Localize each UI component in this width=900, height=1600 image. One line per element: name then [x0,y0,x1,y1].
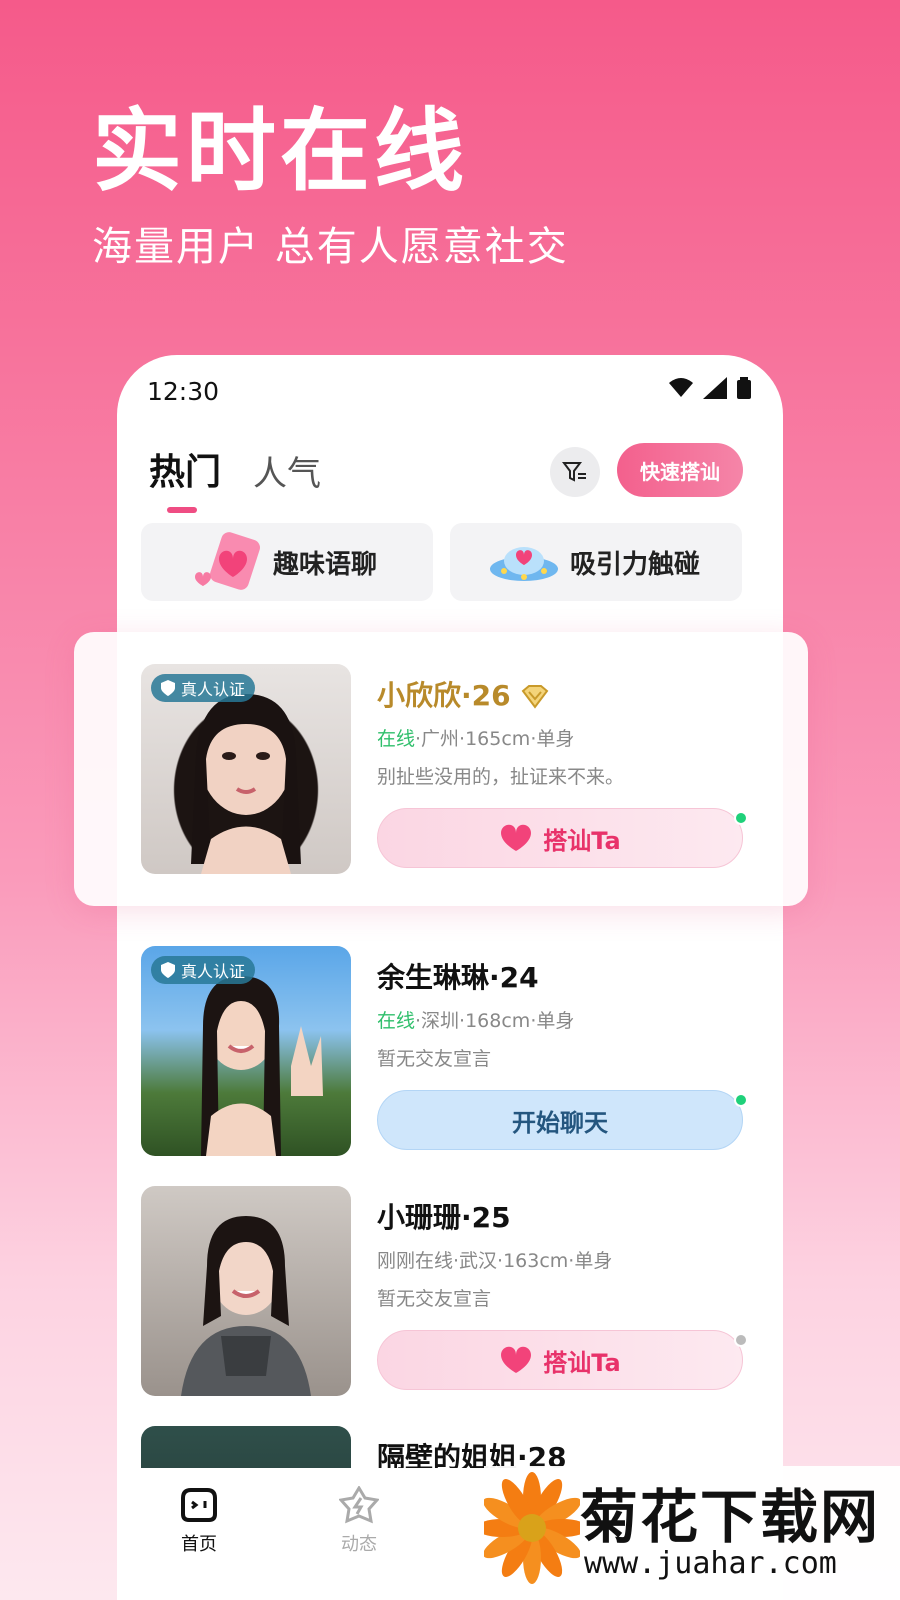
user-card[interactable]: 小珊珊·25 刚刚在线·武汉·163cm·单身 暂无交友宣言 搭讪Ta [141,1186,761,1400]
ufo-icon [490,547,558,581]
user-photo[interactable] [141,1426,351,1468]
user-name: 小珊珊·25 [377,1201,511,1234]
online-status: 在线 [377,1010,416,1032]
feature-voice-chat-label: 趣味语聊 [273,549,378,580]
vip-diamond-icon [521,685,549,709]
verified-label: 真人认证 [181,680,246,699]
user-card[interactable]: 真人认证 小欣欣·26 在线·广州·165cm·单身 别扯些没用的，扯证来不来。… [141,664,761,878]
battery-icon [737,377,751,399]
cell-signal-icon [703,377,727,399]
flirt-button-label: 搭讪Ta [543,1348,621,1377]
user-photo[interactable]: 真人认证 [141,664,351,874]
flirt-button-label: 搭讪Ta [543,826,621,855]
feature-attraction-touch-label: 吸引力触碰 [570,549,701,580]
wifi-icon [669,378,693,397]
online-status: 在线 [377,728,416,750]
watermark-url: www.juahar.com [584,1546,837,1581]
user-card[interactable]: 真人认证 余生琳琳·24 在线·深圳·168cm·单身 暂无交友宣言 开始聊天 [141,946,761,1160]
heart-icon [501,1346,532,1373]
flash-star-icon [339,1486,379,1524]
user-name: 余生琳琳·24 [377,961,539,994]
flirt-button[interactable]: 搭讪Ta [377,1330,748,1390]
tab-popular[interactable]: 人气 [253,446,321,495]
online-dot [734,811,748,825]
start-chat-button[interactable]: 开始聊天 [377,1090,748,1150]
watermark-title: 菊花下载网 [580,1483,881,1551]
filter-icon [562,462,586,482]
verified-badge: 真人认证 [151,674,256,702]
nav-home[interactable]: 首页 [179,1486,219,1556]
user-motto: 暂无交友宣言 [377,1048,492,1070]
tab-hot-label: 热门 [149,452,222,493]
site-watermark: 菊花下载网 www.juahar.com [484,1466,900,1600]
user-motto: 别扯些没用的，扯证来不来。 [377,766,625,788]
verified-label: 真人认证 [181,962,246,981]
hero-subtitle: 海量用户 总有人愿意社交 [92,224,569,270]
nav-home-label: 首页 [181,1534,217,1555]
user-info: ·广州·165cm·单身 [415,728,575,750]
user-meta: 刚刚在线·武汉·163cm·单身 [377,1246,612,1273]
flirt-button[interactable]: 搭讪Ta [377,808,748,868]
tab-bar: 热门 人气 [149,443,321,513]
status-time: 12:30 [147,377,220,406]
shield-icon [161,680,175,696]
flower-logo-icon [484,1472,580,1584]
user-motto: 暂无交友宣言 [377,1288,492,1310]
tab-hot[interactable]: 热门 [149,443,222,513]
user-meta: 在线·深圳·168cm·单身 [377,1006,574,1033]
user-meta: 在线·广州·165cm·单身 [377,724,574,751]
user-info: 刚刚在线·武汉·163cm·单身 [377,1250,613,1272]
heart-phone-icon [195,532,260,590]
heart-icon [501,824,532,851]
user-photo[interactable]: 真人认证 [141,946,351,1156]
offline-dot [734,1333,748,1347]
shield-icon [161,962,175,978]
user-info: ·深圳·168cm·单身 [415,1010,575,1032]
start-chat-label: 开始聊天 [512,1108,608,1137]
nav-feed[interactable]: 动态 [339,1486,379,1556]
tab-popular-label: 人气 [253,454,322,494]
feature-attraction-touch[interactable]: 吸引力触碰 [450,523,742,601]
online-dot [734,1093,748,1107]
user-name-text: 小欣欣·26 [377,679,511,712]
filter-button[interactable] [550,447,600,497]
status-icons [669,377,751,399]
user-name: 隔壁的姐姐·28 [377,1441,567,1468]
user-name: 小欣欣·26 [377,674,550,714]
user-card[interactable]: 隔壁的姐姐·28 [141,1426,761,1468]
feature-voice-chat[interactable]: 趣味语聊 [141,523,433,601]
verified-badge: 真人认证 [151,956,256,984]
hero-title: 实时在线 [92,99,468,204]
portrait-illustration [181,1216,311,1396]
active-tab-indicator [167,507,197,513]
quick-chat-button[interactable]: 快速搭讪 [617,443,743,497]
home-face-icon [181,1488,217,1522]
user-photo[interactable] [141,1186,351,1396]
nav-feed-label: 动态 [341,1534,377,1555]
